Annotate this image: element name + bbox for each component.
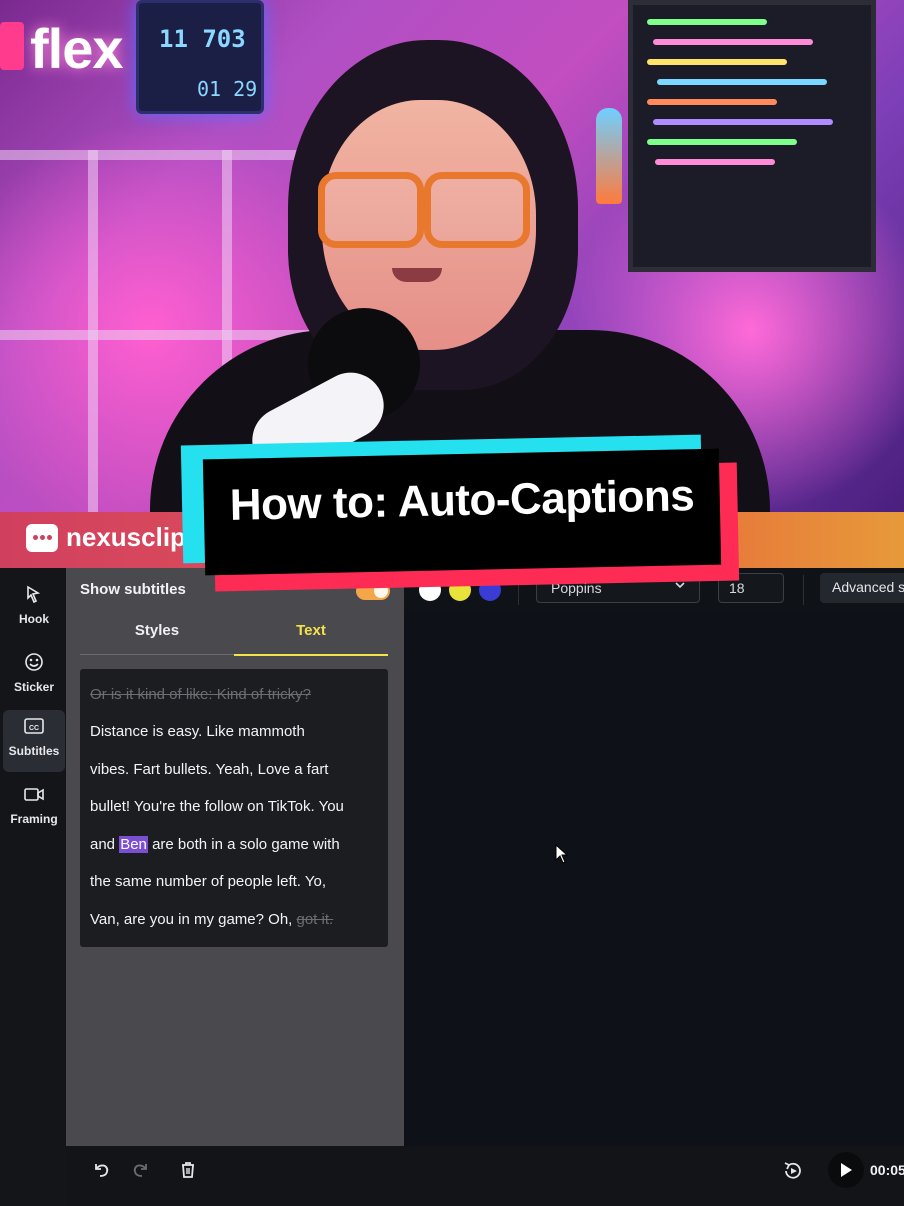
mouse-cursor-icon	[555, 844, 569, 864]
transcript-line: Distance is easy. Like mammoth	[90, 723, 305, 740]
transcript-line: and Ben are both in a solo game with	[90, 836, 340, 853]
glasses-right-lens	[424, 172, 530, 248]
person-mouth	[392, 268, 442, 282]
lava-lamp	[596, 108, 622, 204]
neon-writing-board	[628, 0, 876, 272]
transcript-line: bullet! You're the follow on TikTok. You	[90, 798, 344, 815]
glasses-left-lens	[318, 172, 424, 248]
nexusclip-logo-icon	[26, 524, 58, 552]
transcript-line: vibes. Fart bullets. Yeah, Love a fart	[90, 761, 329, 778]
tab-text[interactable]: Text	[234, 622, 388, 656]
rail-item-hook[interactable]: Hook	[3, 578, 65, 640]
follower-counter-display: 11 703 01 29	[136, 0, 264, 114]
advanced-settings-button[interactable]: Advanced s	[820, 573, 904, 603]
rail-item-sticker[interactable]: Sticker	[3, 646, 65, 708]
neon-sign-logo	[0, 22, 24, 70]
highlighted-word[interactable]: Ben	[119, 836, 148, 853]
trash-icon[interactable]	[178, 1160, 198, 1185]
neon-sign: flex	[0, 8, 130, 82]
shelf	[0, 150, 330, 160]
app-name: nexusclip	[66, 522, 186, 552]
replay-icon[interactable]	[782, 1160, 804, 1187]
shelf	[88, 150, 98, 512]
framing-icon	[3, 784, 65, 812]
preview-canvas[interactable]	[404, 610, 904, 1146]
struck-text: got it.	[296, 911, 334, 928]
play-icon	[841, 1162, 852, 1177]
transcript-text: are both in a solo game with	[147, 836, 340, 853]
svg-text:CC: CC	[29, 725, 39, 732]
rail-label-hook: Hook	[19, 612, 49, 626]
sticker-icon	[3, 652, 65, 680]
transcript-text: and	[90, 836, 120, 853]
counter-top-value: 11 703	[159, 25, 246, 53]
show-subtitles-label: Show subtitles	[80, 581, 186, 598]
transcript-line: Or is it kind of like: Kind of tricky?	[90, 686, 311, 703]
counter-bottom-value: 01 29	[197, 77, 258, 101]
subtitles-icon: CC	[3, 716, 65, 744]
hook-icon	[3, 584, 65, 612]
rail-label-sticker: Sticker	[13, 680, 55, 694]
transcript-line: Van, are you in my game? Oh, got it.	[90, 911, 333, 928]
rail-label-subtitles: Subtitles	[8, 744, 60, 758]
redo-icon[interactable]	[130, 1160, 150, 1185]
transcript-text: Van, are you in my game? Oh,	[90, 911, 297, 928]
toolbar-divider	[803, 575, 804, 605]
transcript-line: the same number of people left. Yo,	[90, 873, 326, 890]
webcam-video-frame: flex 11 703 01 29	[0, 0, 904, 512]
neon-sign-text: flex	[30, 17, 123, 80]
timecode: 00:05	[870, 1162, 904, 1178]
rail-label-framing: Framing	[10, 812, 58, 826]
tab-styles[interactable]: Styles	[80, 622, 234, 655]
rail-item-framing[interactable]: Framing	[3, 778, 65, 840]
play-button[interactable]	[828, 1152, 864, 1188]
rail-item-subtitles[interactable]: CC Subtitles	[3, 710, 65, 772]
undo-icon[interactable]	[92, 1160, 112, 1185]
left-nav-rail: Hook Sticker CC Subtitles Framing	[0, 568, 66, 1206]
